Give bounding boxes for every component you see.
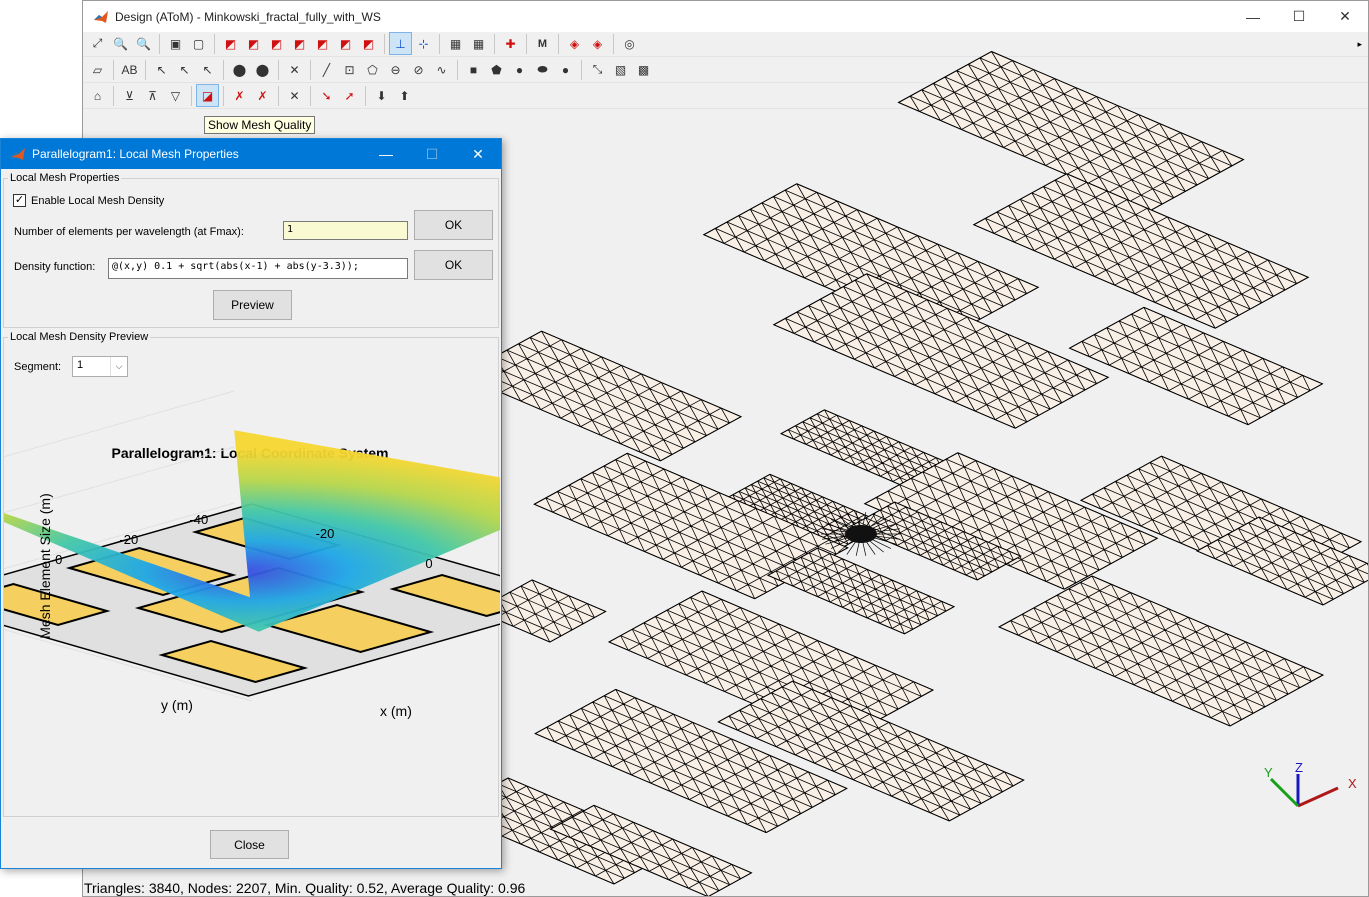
mesh-patch (997, 575, 1325, 727)
status-text: Triangles: 3840, Nodes: 2207, Min. Quali… (84, 880, 526, 896)
x-tick-label: -20 (316, 526, 335, 541)
enable-density-label: Enable Local Mesh Density (31, 195, 165, 207)
mesh-feed-center (845, 525, 877, 543)
mesh-triangles (998, 575, 1324, 727)
ok-button-density[interactable]: OK (414, 250, 493, 280)
mesh-triangles (1069, 306, 1323, 426)
matlab-logo-icon (11, 148, 25, 160)
axis-label-x: X (1348, 776, 1357, 791)
axis-triad-icon: X Z Y (1264, 760, 1357, 808)
local-mesh-properties-dialog: Parallelogram1: Local Mesh Properties — … (0, 138, 502, 869)
mesh-patch (459, 330, 743, 462)
density-preview-group: Local Mesh Density Preview Segment: 1 ⌵ … (3, 331, 500, 818)
axis-label-z: Z (1295, 760, 1303, 775)
dialog-minimize-button[interactable]: — (363, 139, 409, 169)
z-axis-label: Mesh Element Size (m) (37, 493, 53, 638)
enable-density-checkbox[interactable]: ✓ (13, 194, 26, 207)
density-function-label: Density function: (14, 261, 96, 273)
y-tick-label: 0 (55, 552, 62, 567)
dialog-maximize-button[interactable]: ☐ (409, 139, 455, 169)
preview-button[interactable]: Preview (213, 290, 292, 320)
local-mesh-properties-group: Local Mesh Properties ✓ Enable Local Mes… (3, 172, 499, 328)
mesh-triangles (460, 330, 742, 462)
dialog-titlebar: Parallelogram1: Local Mesh Properties — … (1, 139, 501, 169)
tooltip-show-mesh-quality: Show Mesh Quality (204, 116, 316, 134)
y-tick-label: -40 (189, 512, 208, 527)
dialog-close-button[interactable]: ✕ (455, 139, 501, 169)
elements-per-wavelength-label: Number of elements per wavelength (at Fm… (14, 226, 244, 238)
y-axis-label: y (m) (161, 697, 193, 713)
density-preview-plot[interactable]: Parallelogram1: Local Coordinate System0… (4, 338, 500, 818)
dialog-close-action-button[interactable]: Close (210, 830, 289, 859)
axis-label-y: Y (1264, 765, 1273, 780)
density-function-input[interactable]: @(x,y) 0.1 + sqrt(abs(x-1) + abs(y-3.3))… (108, 258, 408, 279)
x-axis-label: x (m) (380, 703, 412, 719)
ok-button-elements[interactable]: OK (414, 210, 493, 240)
dialog-title: Parallelogram1: Local Mesh Properties (32, 147, 239, 161)
x-tick-label: 0 (425, 556, 432, 571)
elements-per-wavelength-input[interactable]: 1 (283, 221, 408, 240)
mesh-patch (1068, 306, 1324, 426)
group-title: Local Mesh Properties (8, 172, 122, 184)
mesh-patch (766, 547, 956, 635)
y-tick-label: -20 (119, 532, 138, 547)
